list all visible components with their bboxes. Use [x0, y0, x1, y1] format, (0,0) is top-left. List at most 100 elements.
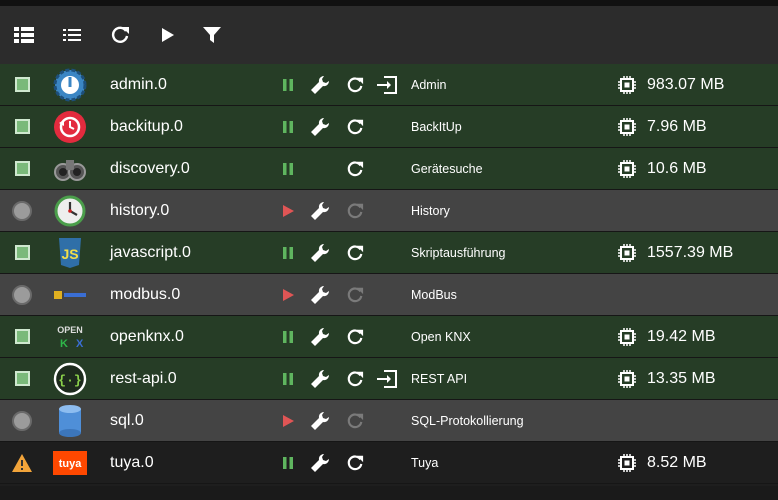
wrench-icon[interactable] [309, 190, 331, 231]
list-detailed-button[interactable] [9, 20, 39, 50]
bottom-strip [0, 486, 778, 500]
refresh-button[interactable] [105, 20, 135, 50]
wrench-icon[interactable] [309, 442, 331, 483]
memory-value: 1557.39 MB [647, 243, 734, 261]
memory-value: 10.6 MB [647, 159, 707, 177]
pause-icon[interactable] [277, 64, 299, 105]
play-icon[interactable] [277, 400, 299, 441]
reload-icon[interactable] [344, 148, 366, 189]
status-checkbox [12, 410, 32, 431]
pause-icon[interactable] [277, 106, 299, 147]
status-indicator[interactable] [10, 442, 34, 483]
pause-icon[interactable] [277, 316, 299, 357]
svg-text:tuya: tuya [59, 458, 83, 470]
wrench-icon[interactable] [309, 106, 331, 147]
modbus-logo-icon [52, 274, 88, 315]
reload-icon[interactable] [344, 232, 366, 273]
instance-title: ModBus [411, 287, 457, 302]
instance-row: history.0 History [0, 190, 778, 232]
reload-icon[interactable] [344, 400, 366, 441]
status-checkbox [14, 329, 30, 344]
status-indicator[interactable] [10, 316, 34, 357]
status-indicator[interactable] [10, 358, 34, 399]
list-button[interactable] [57, 20, 87, 50]
status-indicator[interactable] [10, 274, 34, 315]
instance-name[interactable]: tuya.0 [110, 442, 154, 483]
wrench-icon[interactable] [309, 400, 331, 441]
warning-icon [12, 453, 32, 472]
svg-text:OPEN: OPEN [57, 325, 83, 335]
memory-chip-icon [616, 442, 638, 483]
instance-title: Gerätesuche [411, 161, 483, 176]
status-indicator[interactable] [10, 400, 34, 441]
instance-row: {·} rest-api.0 REST API 13.35 MB [0, 358, 778, 400]
reload-icon[interactable] [344, 106, 366, 147]
instance-name[interactable]: openknx.0 [110, 316, 184, 357]
sql-logo-icon [52, 400, 88, 441]
open-webui-icon[interactable] [376, 64, 398, 105]
memory-value: 8.52 MB [647, 453, 707, 471]
wrench-icon[interactable] [309, 274, 331, 315]
open-webui-icon[interactable] [376, 358, 398, 399]
instance-title: Admin [411, 77, 447, 92]
pause-icon[interactable] [277, 148, 299, 189]
play-button[interactable] [153, 20, 183, 50]
pause-icon[interactable] [277, 442, 299, 483]
instance-row: JS javascript.0 Skriptausführung 1557.39 MB [0, 232, 778, 274]
reload-icon[interactable] [344, 358, 366, 399]
instance-row: sql.0 SQL-Protokollierung [0, 400, 778, 442]
status-checkbox [14, 77, 30, 92]
instance-name[interactable]: rest-api.0 [110, 358, 177, 399]
wrench-icon[interactable] [309, 232, 331, 273]
javascript-logo-icon: JS [52, 232, 88, 273]
reload-icon[interactable] [344, 190, 366, 231]
memory-value: 19.42 MB [647, 327, 716, 345]
status-checkbox [12, 284, 32, 305]
reload-icon[interactable] [344, 274, 366, 315]
list-icon [63, 29, 81, 41]
wrench-icon[interactable] [309, 358, 331, 399]
status-indicator[interactable] [10, 232, 34, 273]
reload-icon[interactable] [344, 64, 366, 105]
openknx-logo-icon: OPEN K X [52, 316, 88, 357]
memory-value: 13.35 MB [647, 369, 716, 387]
wrench-icon[interactable] [309, 316, 331, 357]
svg-text:{·}: {·} [58, 373, 81, 388]
list-detailed-icon [14, 27, 34, 43]
play-icon[interactable] [277, 190, 299, 231]
toolbar [0, 6, 778, 64]
play-icon [162, 28, 174, 42]
wrench-icon[interactable] [309, 64, 331, 105]
rest-api-logo-icon: {·} [52, 358, 88, 399]
instance-name[interactable]: sql.0 [110, 400, 144, 441]
memory-value: 7.96 MB [647, 117, 707, 135]
instance-name[interactable]: backitup.0 [110, 106, 183, 147]
history-logo-icon [52, 190, 88, 231]
play-icon[interactable] [277, 274, 299, 315]
reload-icon[interactable] [344, 316, 366, 357]
pause-icon[interactable] [277, 232, 299, 273]
instance-name[interactable]: modbus.0 [110, 274, 180, 315]
filter-button[interactable] [197, 20, 227, 50]
instance-title: Skriptausführung [411, 245, 506, 260]
status-checkbox [14, 245, 30, 260]
instance-name[interactable]: admin.0 [110, 64, 167, 105]
status-checkbox [14, 161, 30, 176]
pause-icon[interactable] [277, 358, 299, 399]
instance-row: OPEN K Xopenknx.0 Open KNX 19.42 MB [0, 316, 778, 358]
status-indicator[interactable] [10, 106, 34, 147]
memory-chip-icon [616, 358, 638, 399]
memory-chip-icon [616, 64, 638, 105]
instance-title: Tuya [411, 455, 439, 470]
instance-name[interactable]: javascript.0 [110, 232, 191, 273]
reload-icon[interactable] [344, 442, 366, 483]
status-indicator[interactable] [10, 190, 34, 231]
status-checkbox [14, 371, 30, 386]
instance-name[interactable]: discovery.0 [110, 148, 190, 189]
instance-row: discovery.0 Gerätesuche 10.6 MB [0, 148, 778, 190]
instance-title: SQL-Protokollierung [411, 413, 524, 428]
instance-name[interactable]: history.0 [110, 190, 169, 231]
status-indicator[interactable] [10, 148, 34, 189]
status-indicator[interactable] [10, 64, 34, 105]
svg-text:X: X [76, 338, 84, 350]
